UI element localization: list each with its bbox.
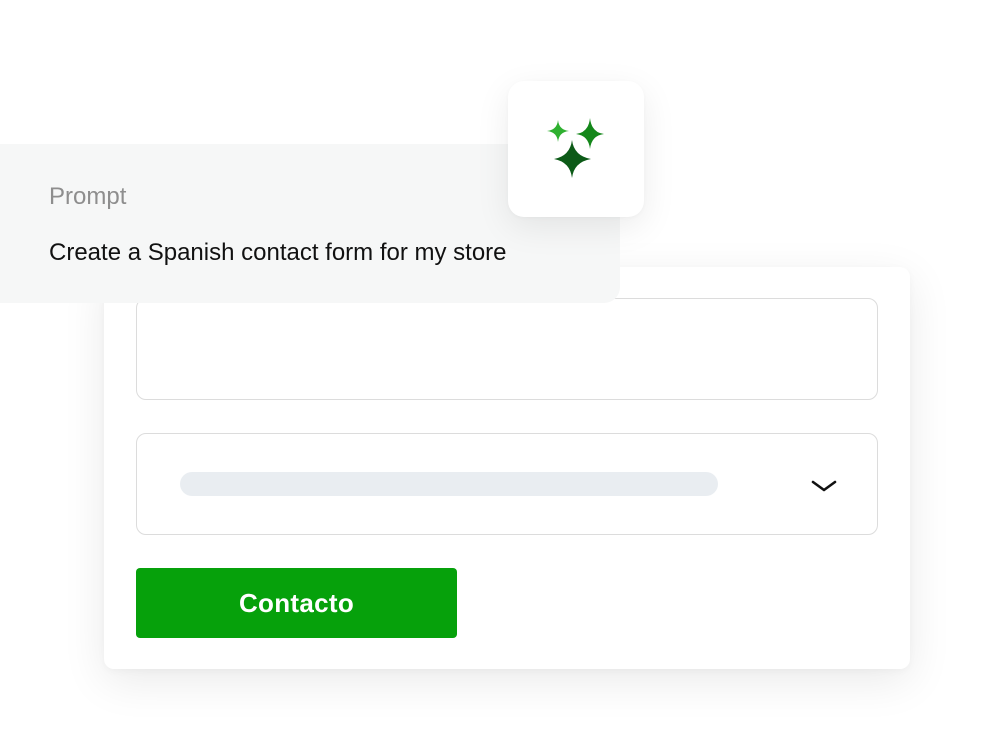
select-placeholder-bar [180, 472, 718, 496]
chevron-down-icon[interactable] [811, 479, 837, 493]
sparkle-large-icon [554, 140, 591, 178]
sparkle-medium-icon [576, 118, 604, 149]
sparkles-icon [547, 118, 604, 178]
prompt-text: Create a Spanish contact form for my sto… [49, 239, 507, 266]
contact-submit-button[interactable]: Contacto [136, 568, 457, 638]
text-input-field[interactable] [136, 298, 878, 400]
prompt-label: Prompt [49, 183, 127, 210]
sparkle-small-icon [547, 120, 569, 142]
ai-sparkle-tile [508, 81, 644, 217]
select-dropdown[interactable] [136, 433, 878, 535]
contact-form-card: Contacto [104, 267, 910, 669]
